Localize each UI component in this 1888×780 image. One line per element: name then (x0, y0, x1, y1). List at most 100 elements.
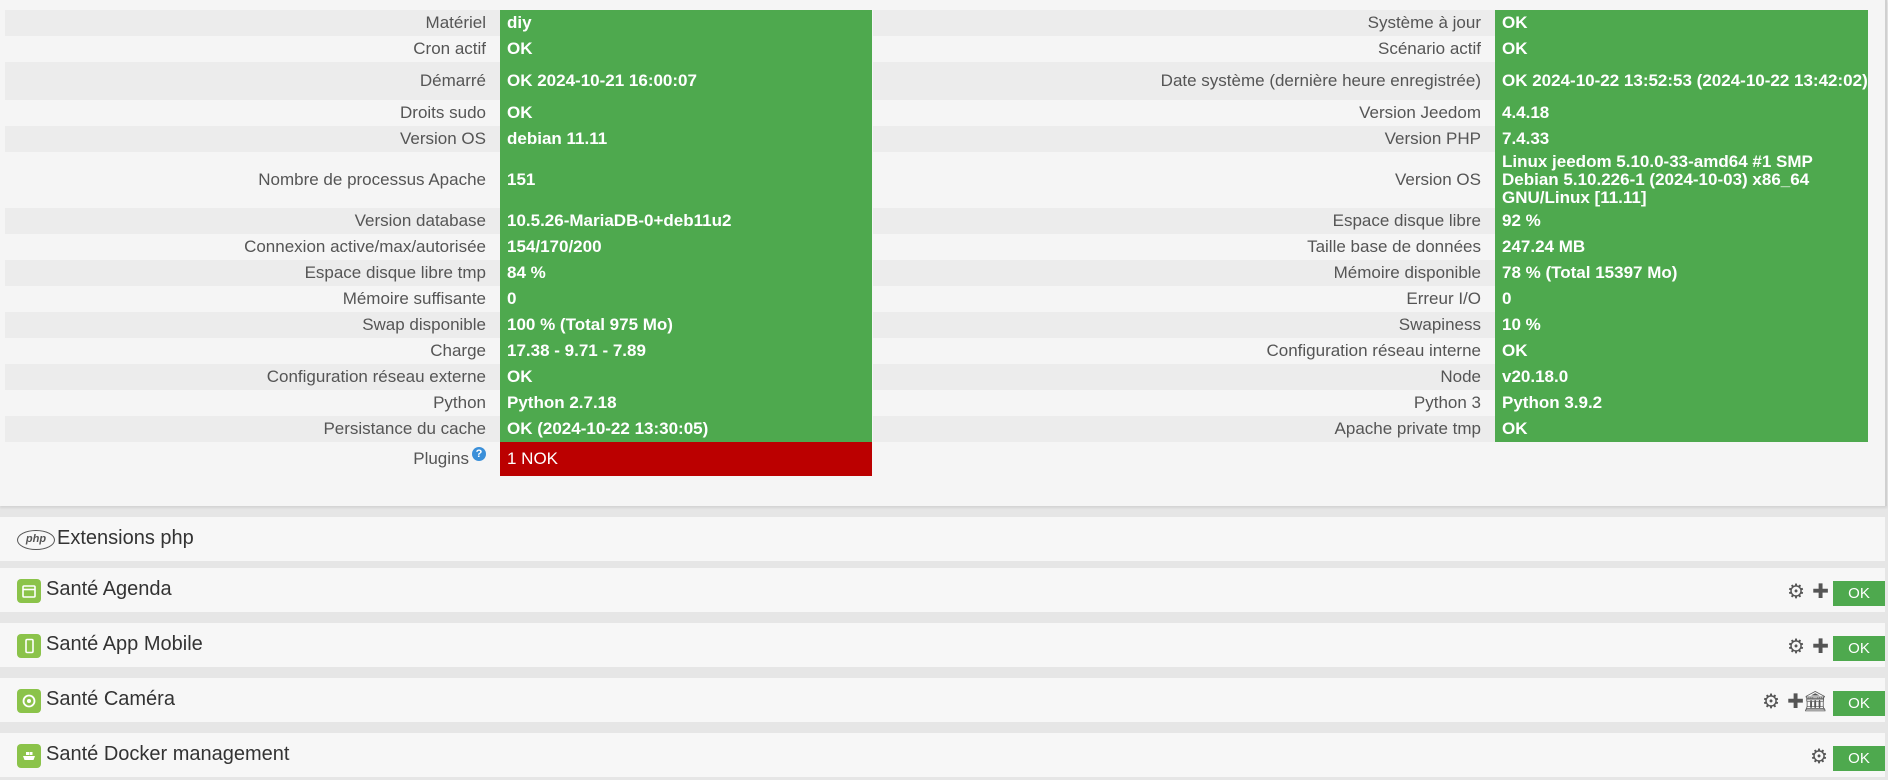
health-value: OK (500, 36, 872, 62)
health-value: 10 % (1495, 312, 1868, 338)
health-value: OK (500, 364, 872, 390)
health-row: Connexion active/max/autorisée 154/170/20… (5, 234, 872, 260)
health-label: Version OS (873, 152, 1495, 208)
health-value: 7.4.33 (1495, 126, 1868, 152)
health-row: Taille base de données 247.24 MB (873, 234, 1868, 260)
section-docker[interactable]: Santé Docker management ⚙ OK (0, 733, 1885, 777)
health-label: Date système (dernière heure enregistrée… (873, 62, 1495, 100)
health-row: Configuration réseau interne OK (873, 338, 1868, 364)
health-row: Node v20.18.0 (873, 364, 1868, 390)
health-row: Démarré OK 2024-10-21 16:00:07 (5, 62, 872, 100)
section-title[interactable]: Santé App Mobile (46, 633, 203, 656)
camera-icon (17, 689, 41, 713)
health-value: diy (500, 10, 872, 36)
gears-icon[interactable]: ⚙ (1787, 581, 1805, 603)
health-row: Version OS debian 11.11 (5, 126, 872, 152)
section-agenda[interactable]: Santé Agenda ⚙ ✚ OK (0, 568, 1885, 612)
health-value: Linux jeedom 5.10.0-33-amd64 #1 SMP Debi… (1495, 152, 1868, 208)
health-value: OK (1495, 10, 1868, 36)
health-value: OK (1495, 36, 1868, 62)
health-row: Version PHP 7.4.33 (873, 126, 1868, 152)
medkit-icon[interactable]: ✚ (1812, 581, 1829, 603)
plugins-label: Plugins (413, 449, 469, 468)
health-row: Version Jeedom 4.4.18 (873, 100, 1868, 126)
health-row: Version database 10.5.26-MariaDB-0+deb11u… (5, 208, 872, 234)
health-row: Système à jour OK (873, 10, 1868, 36)
health-row: Espace disque libre tmp 84 % (5, 260, 872, 286)
health-label: Version OS (5, 126, 500, 152)
gears-icon[interactable]: ⚙ (1787, 636, 1805, 658)
health-label: Connexion active/max/autorisée (5, 234, 500, 260)
status-badge[interactable]: OK (1833, 636, 1885, 661)
health-label: Node (873, 364, 1495, 390)
health-label: Configuration réseau externe (5, 364, 500, 390)
health-row: Espace disque libre 92 % (873, 208, 1868, 234)
health-label: Charge (5, 338, 500, 364)
section-app-mobile[interactable]: Santé App Mobile ⚙ ✚ OK (0, 623, 1885, 667)
health-label: Apache private tmp (873, 416, 1495, 442)
health-label: Erreur I/O (873, 286, 1495, 312)
health-row: Python 3 Python 3.9.2 (873, 390, 1868, 416)
health-value: 100 % (Total 975 Mo) (500, 312, 872, 338)
health-label: Taille base de données (873, 234, 1495, 260)
health-row: Date système (dernière heure enregistrée… (873, 62, 1868, 100)
health-value: 78 % (Total 15397 Mo) (1495, 260, 1868, 286)
health-row: Mémoire suffisante 0 (5, 286, 872, 312)
health-label: Espace disque libre tmp (5, 260, 500, 286)
docker-icon (17, 744, 41, 768)
health-label: Version Jeedom (873, 100, 1495, 126)
medkit-icon[interactable]: ✚ (1787, 691, 1804, 713)
bank-icon[interactable]: 🏛 (1803, 691, 1828, 713)
health-label: Plugins? (5, 442, 500, 476)
status-badge[interactable]: OK (1833, 746, 1885, 771)
health-value: OK (500, 100, 872, 126)
health-value: OK (2024-10-22 13:30:05) (500, 416, 872, 442)
health-row: Plugins? 1 NOK (5, 442, 872, 476)
health-value: OK (1495, 338, 1868, 364)
medkit-icon[interactable]: ✚ (1812, 636, 1829, 658)
gears-icon[interactable]: ⚙ (1810, 746, 1828, 768)
health-value: Python 2.7.18 (500, 390, 872, 416)
health-row: Swapiness 10 % (873, 312, 1868, 338)
health-value: 0 (1495, 286, 1868, 312)
section-title[interactable]: Santé Caméra (46, 688, 175, 711)
status-badge[interactable]: OK (1833, 581, 1885, 606)
health-label: Mémoire disponible (873, 260, 1495, 286)
health-label: Persistance du cache (5, 416, 500, 442)
help-icon[interactable]: ? (472, 447, 486, 461)
health-value: 92 % (1495, 208, 1868, 234)
gears-icon[interactable]: ⚙ (1762, 691, 1780, 713)
health-label: Système à jour (873, 10, 1495, 36)
section-title[interactable]: Santé Agenda (46, 578, 172, 601)
health-label: Démarré (5, 62, 500, 100)
mobile-icon (17, 634, 41, 658)
health-value: OK (1495, 416, 1868, 442)
section-camera[interactable]: Santé Caméra ⚙ ✚ 🏛 OK (0, 678, 1885, 722)
health-row: Swap disponible 100 % (Total 975 Mo) (5, 312, 872, 338)
health-value: 84 % (500, 260, 872, 286)
plugins-status-badge[interactable]: 1 NOK (500, 442, 872, 476)
health-value: debian 11.11 (500, 126, 872, 152)
health-label: Swap disponible (5, 312, 500, 338)
health-row: Configuration réseau externe OK (5, 364, 872, 390)
health-value: OK 2024-10-22 13:52:53 (2024-10-22 13:42… (1495, 62, 1868, 100)
health-row: Erreur I/O 0 (873, 286, 1868, 312)
health-value: OK 2024-10-21 16:00:07 (500, 62, 872, 100)
health-table-right: Système à jour OK Scénario actif OK Date s… (873, 10, 1868, 442)
health-value: 17.38 - 9.71 - 7.89 (500, 338, 872, 364)
section-title[interactable]: Extensions php (57, 527, 194, 550)
section-title[interactable]: Santé Docker management (46, 743, 289, 766)
health-value: 247.24 MB (1495, 234, 1868, 260)
php-icon: php (17, 530, 55, 550)
health-label: Matériel (5, 10, 500, 36)
status-badge[interactable]: OK (1833, 691, 1885, 716)
section-extensions-php[interactable]: php Extensions php (0, 517, 1885, 561)
health-label: Espace disque libre (873, 208, 1495, 234)
health-row: Charge 17.38 - 9.71 - 7.89 (5, 338, 872, 364)
health-label: Mémoire suffisante (5, 286, 500, 312)
health-value: 10.5.26-MariaDB-0+deb11u2 (500, 208, 872, 234)
calendar-icon (17, 579, 41, 603)
health-label: Version PHP (873, 126, 1495, 152)
health-value: 4.4.18 (1495, 100, 1868, 126)
health-label: Scénario actif (873, 36, 1495, 62)
